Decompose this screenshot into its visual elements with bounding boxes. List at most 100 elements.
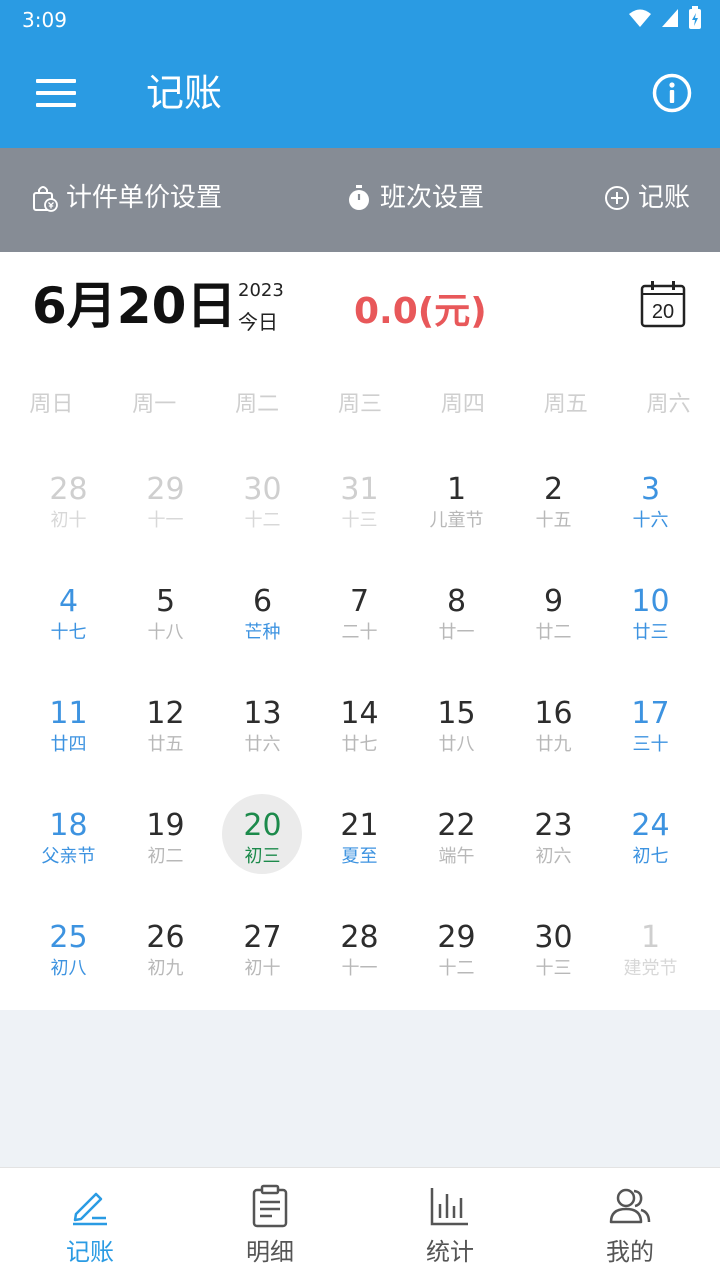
day-number: 1 bbox=[640, 920, 661, 955]
calendar-day[interactable]: 19 初二 bbox=[117, 788, 214, 900]
lunar-label: 建党节 bbox=[623, 958, 678, 979]
wifi-icon bbox=[629, 9, 651, 27]
calendar-day[interactable]: 25 初八 bbox=[20, 900, 117, 1012]
day-number: 4 bbox=[58, 584, 79, 619]
calendar-day[interactable]: 8 廿一 bbox=[408, 564, 505, 676]
lunar-label: 端午 bbox=[438, 846, 475, 867]
nav-statistics[interactable]: 统计 bbox=[360, 1168, 540, 1280]
lunar-label: 廿七 bbox=[341, 734, 378, 755]
calendar-day[interactable]: 7 二十 bbox=[311, 564, 408, 676]
calendar-day[interactable]: 12 廿五 bbox=[117, 676, 214, 788]
shift-setting-label: 班次设置 bbox=[380, 183, 485, 213]
day-number: 23 bbox=[534, 808, 573, 843]
calendar-day[interactable]: 30 十三 bbox=[505, 900, 602, 1012]
calendar-day[interactable]: 10 廿三 bbox=[602, 564, 699, 676]
weekday-label: 周三 bbox=[337, 392, 382, 417]
calendar-day[interactable]: 13 廿六 bbox=[214, 676, 311, 788]
day-number: 3 bbox=[640, 472, 661, 507]
calendar-day[interactable]: 23 初六 bbox=[505, 788, 602, 900]
lunar-label: 十六 bbox=[632, 510, 669, 531]
calendar-icon[interactable]: 20 bbox=[640, 280, 686, 328]
lunar-label: 廿四 bbox=[50, 734, 87, 755]
day-number: 7 bbox=[349, 584, 370, 619]
calendar-day[interactable]: 1 建党节 bbox=[602, 900, 699, 1012]
nav-record-label: 记账 bbox=[66, 1238, 114, 1266]
calendar-day[interactable]: 16 廿九 bbox=[505, 676, 602, 788]
nav-details[interactable]: 明细 bbox=[180, 1168, 360, 1280]
selected-date: 6月20日 bbox=[32, 277, 237, 335]
pen-icon bbox=[73, 1192, 107, 1226]
menu-icon[interactable] bbox=[36, 78, 76, 108]
weekday-label: 周日 bbox=[29, 392, 74, 417]
signal-icon bbox=[662, 9, 678, 27]
day-number: 21 bbox=[340, 808, 379, 843]
bottom-navigation: 记账 明细 统计 我的 bbox=[0, 1167, 720, 1280]
nav-mine-label: 我的 bbox=[606, 1238, 654, 1266]
calendar-day[interactable]: 1 儿童节 bbox=[408, 452, 505, 564]
calendar-day[interactable]: 6 芒种 bbox=[214, 564, 311, 676]
status-time: 3:09 bbox=[22, 8, 67, 32]
shopping-bag-icon bbox=[33, 186, 58, 212]
calendar-day[interactable]: 26 初九 bbox=[117, 900, 214, 1012]
calendar-day[interactable]: 31 十三 bbox=[311, 452, 408, 564]
calendar-day[interactable]: 4 十七 bbox=[20, 564, 117, 676]
piece-price-setting-button[interactable]: 计件单价设置 bbox=[32, 180, 222, 216]
calendar-day[interactable]: 24 初七 bbox=[602, 788, 699, 900]
calendar-day[interactable]: 5 十八 bbox=[117, 564, 214, 676]
day-number: 15 bbox=[437, 696, 476, 731]
lunar-label: 十一 bbox=[341, 958, 378, 979]
add-record-button[interactable]: 记账 bbox=[604, 180, 690, 216]
calendar-day[interactable]: 18 父亲节 bbox=[20, 788, 117, 900]
calendar-day[interactable]: 3 十六 bbox=[602, 452, 699, 564]
nav-details-label: 明细 bbox=[246, 1238, 294, 1266]
weekday-label: 周一 bbox=[132, 392, 177, 417]
shift-setting-button[interactable]: 班次设置 bbox=[346, 180, 484, 216]
lunar-label: 初三 bbox=[244, 846, 281, 867]
day-number: 30 bbox=[243, 472, 282, 507]
lunar-label: 廿五 bbox=[147, 734, 184, 755]
calendar-day[interactable]: 17 三十 bbox=[602, 676, 699, 788]
day-number: 25 bbox=[49, 920, 88, 955]
calendar-day-selected[interactable]: 20 初三 bbox=[214, 788, 311, 900]
calendar-day[interactable]: 28 初十 bbox=[20, 452, 117, 564]
day-number: 31 bbox=[340, 472, 379, 507]
day-number: 19 bbox=[146, 808, 185, 843]
daily-amount: 0.0(元) bbox=[354, 291, 487, 332]
day-number: 29 bbox=[146, 472, 185, 507]
day-number: 8 bbox=[446, 584, 467, 619]
lunar-label: 初八 bbox=[50, 958, 87, 979]
lunar-label: 三十 bbox=[632, 734, 669, 755]
lunar-label: 廿一 bbox=[438, 622, 475, 643]
calendar-day[interactable]: 11 廿四 bbox=[20, 676, 117, 788]
lunar-label: 十二 bbox=[438, 958, 475, 979]
info-icon[interactable] bbox=[652, 73, 692, 113]
calendar-day[interactable]: 2 十五 bbox=[505, 452, 602, 564]
lunar-label: 初十 bbox=[50, 510, 87, 531]
page-title: 记账 bbox=[146, 71, 223, 115]
calendar-day[interactable]: 9 廿二 bbox=[505, 564, 602, 676]
nav-mine[interactable]: 我的 bbox=[540, 1168, 720, 1280]
day-number: 11 bbox=[49, 696, 88, 731]
weekday-label: 周二 bbox=[235, 392, 280, 417]
calendar-day[interactable]: 22 端午 bbox=[408, 788, 505, 900]
calendar-day[interactable]: 15 廿八 bbox=[408, 676, 505, 788]
day-number: 10 bbox=[631, 584, 670, 619]
calendar-day[interactable]: 28 十一 bbox=[311, 900, 408, 1012]
day-number: 27 bbox=[243, 920, 282, 955]
lunar-label: 十二 bbox=[244, 510, 281, 531]
day-number: 6 bbox=[252, 584, 273, 619]
calendar-day[interactable]: 29 十二 bbox=[408, 900, 505, 1012]
day-number: 18 bbox=[49, 808, 88, 843]
stopwatch-icon bbox=[349, 185, 369, 210]
day-number: 17 bbox=[631, 696, 670, 731]
calendar-day[interactable]: 29 十一 bbox=[117, 452, 214, 564]
day-number: 22 bbox=[437, 808, 476, 843]
calendar-day[interactable]: 14 廿七 bbox=[311, 676, 408, 788]
day-number: 28 bbox=[340, 920, 379, 955]
calendar-day[interactable]: 21 夏至 bbox=[311, 788, 408, 900]
lunar-label: 初六 bbox=[535, 846, 572, 867]
piece-price-setting-label: 计件单价设置 bbox=[66, 183, 223, 213]
nav-record[interactable]: 记账 bbox=[0, 1168, 180, 1280]
calendar-day[interactable]: 30 十二 bbox=[214, 452, 311, 564]
calendar-day[interactable]: 27 初十 bbox=[214, 900, 311, 1012]
